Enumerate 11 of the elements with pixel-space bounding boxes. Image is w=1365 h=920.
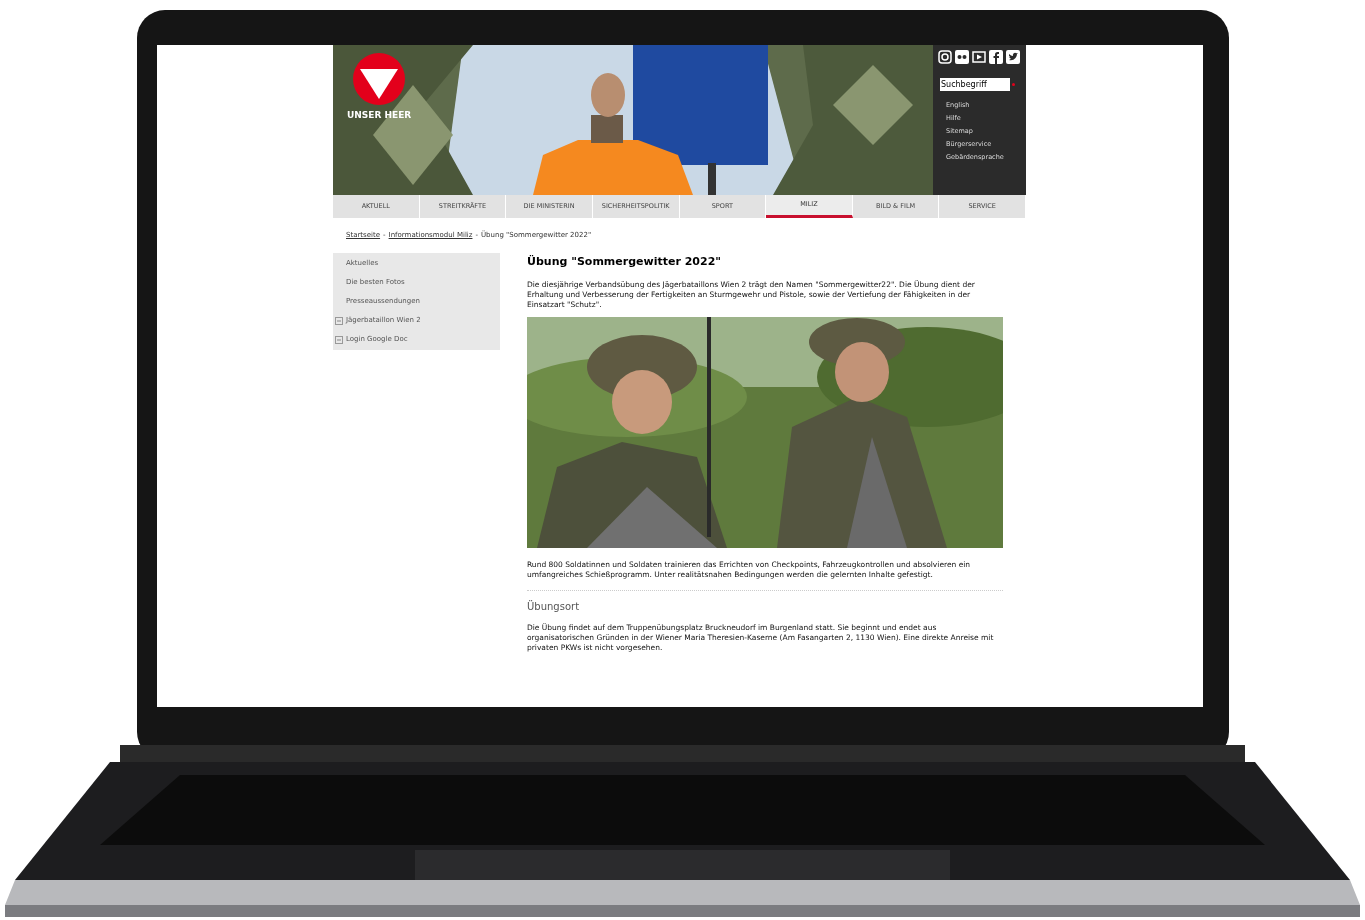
- facebook-icon[interactable]: [989, 50, 1003, 64]
- logo-text: UNSER HEER: [347, 109, 412, 122]
- flickr-icon[interactable]: [955, 50, 969, 64]
- instagram-icon[interactable]: [938, 50, 952, 64]
- logo-icon: [353, 53, 406, 105]
- search-marker-icon: [1012, 83, 1015, 86]
- twitter-icon[interactable]: [1006, 50, 1020, 64]
- section-heading: Übungsort: [527, 599, 581, 614]
- article-title: Übung "Sommergewitter 2022": [527, 253, 723, 270]
- search-field[interactable]: Suchbegriff: [940, 78, 1010, 91]
- youtube-icon[interactable]: [972, 50, 986, 64]
